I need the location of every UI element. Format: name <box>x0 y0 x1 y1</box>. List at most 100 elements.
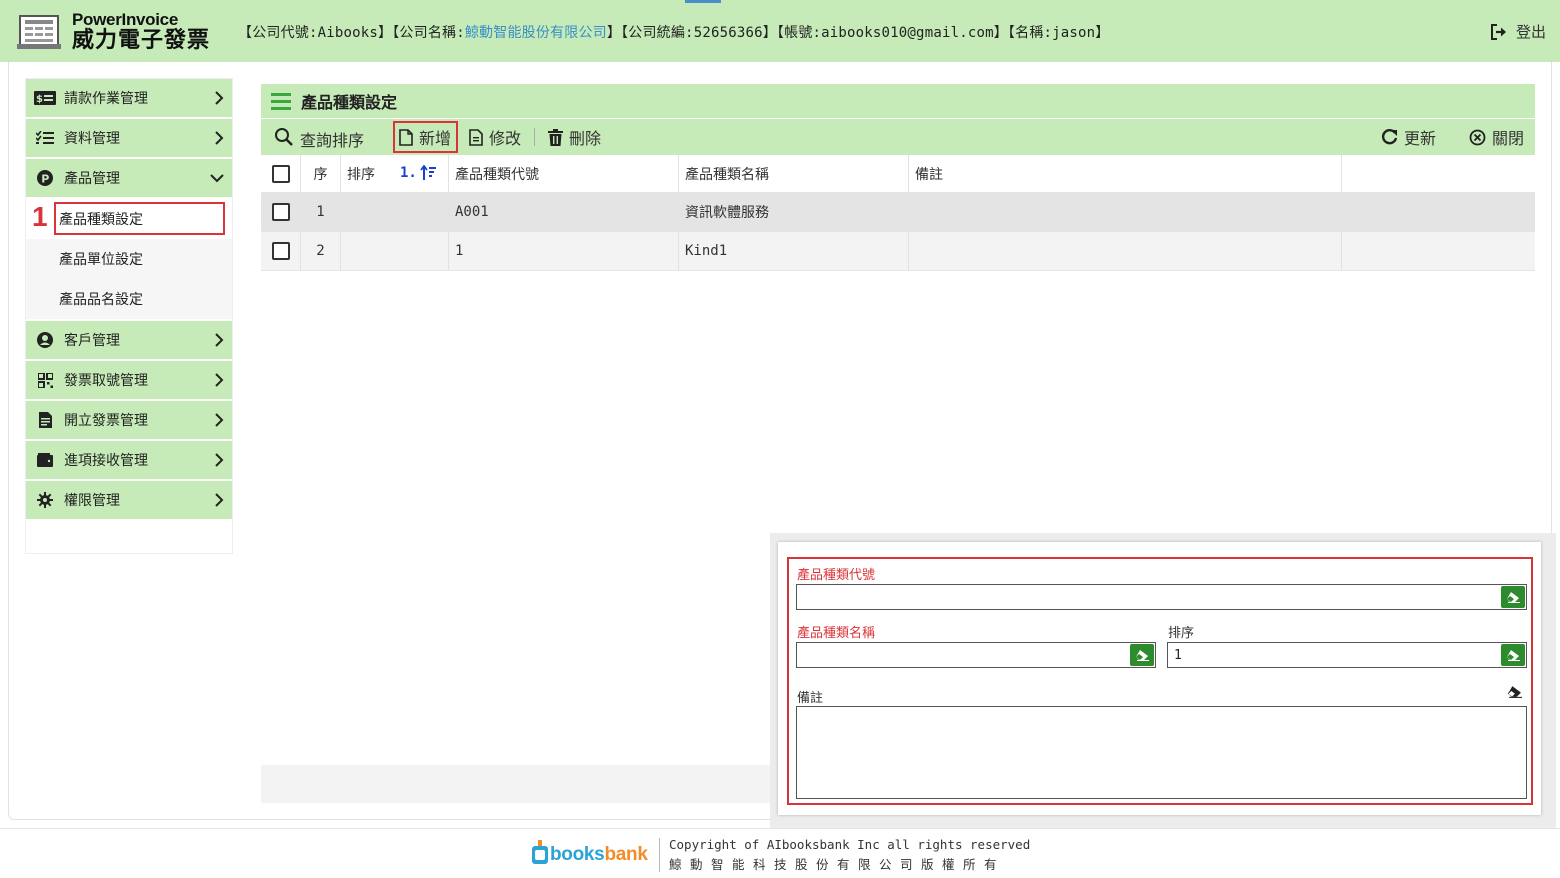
sidebar-item-data[interactable]: 資料管理 <box>26 119 232 157</box>
footer-brand-bank: bank <box>604 844 648 865</box>
sidebar-item-label: 進項接收管理 <box>64 453 148 469</box>
company-name-link[interactable]: 鯨動智能股份有限公司 <box>465 25 607 41</box>
sort-ascending-icon <box>420 165 436 180</box>
sidebar-item-billing[interactable]: $ 請款作業管理 <box>26 79 232 117</box>
sidebar-item-customers[interactable]: 客戶管理 <box>26 321 232 359</box>
sidebar-subitem-label: 產品單位設定 <box>59 252 143 268</box>
sidebar-subitem-product-category[interactable]: 1 產品種類設定 <box>26 199 232 239</box>
chevron-right-icon <box>214 413 224 431</box>
account-info-suffix: 】【公司統編:52656366】【帳號:aibooks010@gmail.com… <box>606 25 1110 41</box>
product-p-icon: P <box>34 170 56 186</box>
invoice-money-icon: $ <box>34 90 56 106</box>
row-code: A001 <box>449 193 679 231</box>
note-textarea[interactable] <box>796 706 1527 799</box>
edit-label: 修改 <box>489 129 522 148</box>
sidebar-subitem-product-name[interactable]: 產品品名設定 <box>26 279 232 319</box>
new-label: 新增 <box>419 129 452 148</box>
select-all-checkbox-cell[interactable] <box>261 155 301 192</box>
sidebar-subitem-label: 產品品名設定 <box>59 292 143 308</box>
account-info-prefix: 【公司代號:Aibooks】【公司名稱: <box>238 25 465 41</box>
footer-vertical-divider <box>659 838 660 872</box>
close-button[interactable]: 關閉 <box>1469 119 1524 155</box>
name-field-label: 產品種類名稱 <box>797 626 876 641</box>
sidebar-item-permissions[interactable]: 權限管理 <box>26 481 232 519</box>
header-name[interactable]: 產品種類名稱 <box>679 155 909 192</box>
code-field[interactable] <box>796 584 1527 610</box>
svg-text:P: P <box>41 173 49 186</box>
order-field[interactable]: 1 <box>1167 642 1527 668</box>
sidebar-item-products[interactable]: P 產品管理 <box>26 159 232 197</box>
footer-divider <box>0 828 1560 829</box>
qrcode-icon <box>34 372 56 388</box>
sidebar-item-incoming[interactable]: 進項接收管理 <box>26 441 232 479</box>
toolbar: 查詢排序 新增 修改 刪除 更新 關閉 <box>261 119 1535 155</box>
grid-header-row: 序 排序 1. 產品種類代號 產品種類名稱 備註 <box>261 155 1535 193</box>
list-check-icon <box>34 130 56 146</box>
sidebar-item-issue-invoice[interactable]: 開立發票管理 <box>26 401 232 439</box>
sidebar-item-invoice-numbers[interactable]: 發票取號管理 <box>26 361 232 399</box>
logo-english-text: PowerInvoice <box>72 9 178 29</box>
footer-brand-books: books <box>550 844 605 865</box>
edit-file-icon <box>469 128 483 146</box>
sidebar-item-label: 開立發票管理 <box>64 413 148 429</box>
sidebar-item-label: 產品管理 <box>64 171 120 187</box>
eraser-icon <box>1136 650 1149 661</box>
row-code: 1 <box>449 232 679 270</box>
close-circle-icon <box>1469 129 1486 145</box>
chevron-right-icon <box>214 91 224 109</box>
name-clear-button[interactable] <box>1130 644 1154 666</box>
note-clear-button[interactable] <box>1507 685 1522 702</box>
eraser-icon <box>1507 686 1522 698</box>
row-order <box>341 193 449 231</box>
logout-button[interactable]: 登出 <box>1490 21 1546 42</box>
delete-button[interactable]: 刪除 <box>548 119 601 155</box>
row-name: Kind1 <box>679 232 909 270</box>
refresh-label: 更新 <box>1404 129 1437 148</box>
code-clear-button[interactable] <box>1501 586 1525 608</box>
row-checkbox-cell[interactable] <box>261 232 301 270</box>
trash-icon <box>548 128 563 146</box>
aibooksbank-logo: books bank <box>530 840 648 866</box>
highlight-box <box>54 202 225 235</box>
header-note[interactable]: 備註 <box>909 155 1342 192</box>
sidebar-subitem-product-unit[interactable]: 產品單位設定 <box>26 239 232 279</box>
row-checkbox[interactable] <box>271 242 290 260</box>
order-clear-button[interactable] <box>1501 644 1525 666</box>
name-field[interactable] <box>796 642 1156 668</box>
hamburger-menu-icon[interactable] <box>271 92 291 110</box>
note-field-label: 備註 <box>797 691 824 706</box>
header-code[interactable]: 產品種類代號 <box>449 155 679 192</box>
invoice-building-icon <box>16 12 62 50</box>
row-order <box>341 232 449 270</box>
account-info: 【公司代號:Aibooks】【公司名稱:鯨動智能股份有限公司】【公司統編:526… <box>238 22 1110 42</box>
product-category-grid: 序 排序 1. 產品種類代號 產品種類名稱 備註 1 A001 資訊軟體服務 2… <box>261 155 1535 271</box>
copyright-chinese-text: 鯨動智能科技股份有限公司版權所有 <box>669 857 1006 872</box>
file-invoice-icon <box>34 412 56 428</box>
query-sort-label: 查詢排序 <box>300 130 365 150</box>
select-all-checkbox[interactable] <box>271 164 290 183</box>
logout-label: 登出 <box>1515 23 1546 41</box>
row-filler <box>1342 193 1535 231</box>
new-file-icon <box>399 128 413 146</box>
edit-button[interactable]: 修改 <box>469 119 521 155</box>
header-order[interactable]: 排序 1. <box>341 155 449 192</box>
toolbar-divider <box>534 128 535 146</box>
header-filler <box>1342 155 1535 192</box>
aibooksbank-robot-icon <box>532 840 548 864</box>
chevron-right-icon <box>214 131 224 149</box>
refresh-icon <box>1381 128 1398 144</box>
refresh-button[interactable]: 更新 <box>1381 119 1436 155</box>
sidebar-item-label: 權限管理 <box>64 493 120 509</box>
app-logo: PowerInvoice 威力電子發票 <box>0 0 232 62</box>
sidebar-item-label: 客戶管理 <box>64 333 120 349</box>
header-order-label: 排序 <box>347 166 375 183</box>
query-sort-button[interactable]: 查詢排序 <box>274 119 364 155</box>
row-checkbox-cell[interactable] <box>261 193 301 231</box>
top-header: PowerInvoice 威力電子發票 【公司代號:Aibooks】【公司名稱:… <box>0 0 1560 62</box>
order-field-label: 排序 <box>1168 626 1195 641</box>
row-checkbox[interactable] <box>271 203 290 221</box>
table-row[interactable]: 1 A001 資訊軟體服務 <box>261 193 1535 232</box>
wallet-icon <box>34 452 56 468</box>
table-row[interactable]: 2 1 Kind1 <box>261 232 1535 271</box>
new-button[interactable]: 新增 <box>393 121 458 153</box>
